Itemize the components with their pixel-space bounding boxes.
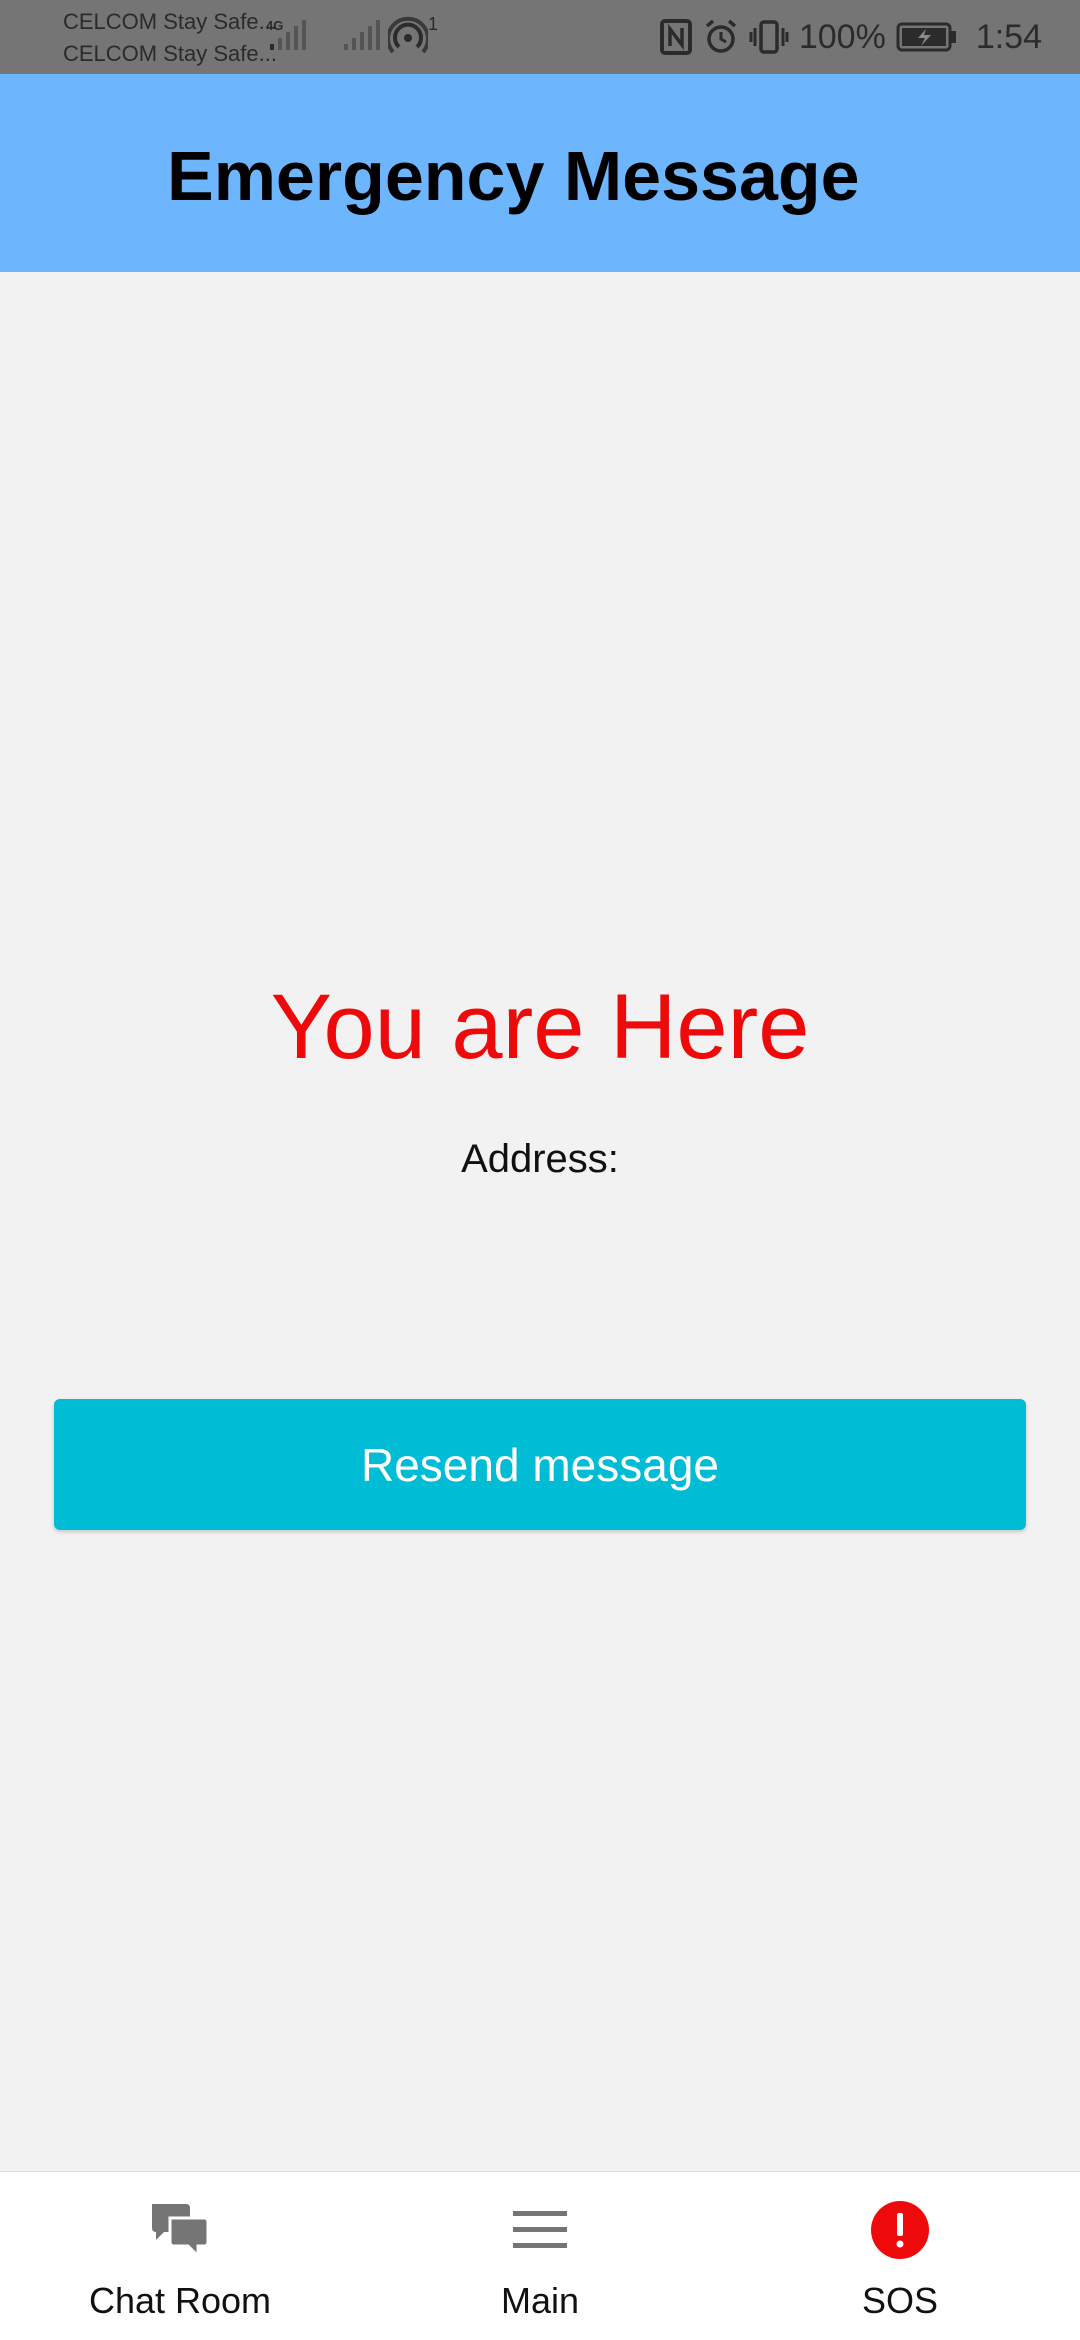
resend-message-button[interactable]: Resend message — [54, 1399, 1026, 1530]
menu-icon — [513, 2211, 567, 2248]
signal-4g-icon: 4G — [266, 18, 306, 50]
clock-time: 1:54 — [975, 17, 1042, 56]
app-bar: Emergency Message — [0, 74, 1080, 272]
status-right-group: 100% 1:54 — [659, 0, 1042, 74]
nav-item-chat-room[interactable]: Chat Room — [50, 2172, 310, 2340]
nav-label-sos: SOS — [861, 2280, 939, 2321]
hotspot-icon — [388, 16, 428, 54]
page-title: Emergency Message — [167, 137, 860, 215]
carrier-name-sim2: CELCOM Stay Safe... — [63, 41, 277, 66]
nav-label-main: Main — [500, 2280, 580, 2321]
alarm-icon — [705, 19, 736, 53]
nav-label-chat-room: Chat Room — [88, 2280, 272, 2321]
battery-charging-icon — [896, 22, 956, 52]
chat-bubbles-icon — [152, 2204, 210, 2260]
svg-text:4G: 4G — [266, 18, 283, 33]
hotspot-device-count: 1 — [428, 14, 439, 34]
vibrate-icon — [749, 20, 789, 54]
nav-item-sos[interactable]: SOS — [770, 2172, 1030, 2340]
location-heading: You are Here — [270, 976, 810, 1078]
signal-strength-icon — [344, 20, 380, 50]
nav-item-main[interactable]: Main — [410, 2172, 670, 2340]
battery-percent: 100% — [798, 17, 886, 56]
nfc-icon — [659, 19, 692, 55]
bottom-navigation: Chat Room Main SOS — [0, 2171, 1080, 2340]
alert-icon — [871, 2201, 929, 2259]
address-label: Address: — [461, 1137, 619, 1181]
status-bar: CELCOM Stay Safe... CELCOM Stay Safe... … — [0, 0, 1080, 74]
carrier-name-sim1: CELCOM Stay Safe... — [63, 9, 277, 34]
emergency-message-screen: CELCOM Stay Safe... CELCOM Stay Safe... … — [0, 0, 1080, 2340]
